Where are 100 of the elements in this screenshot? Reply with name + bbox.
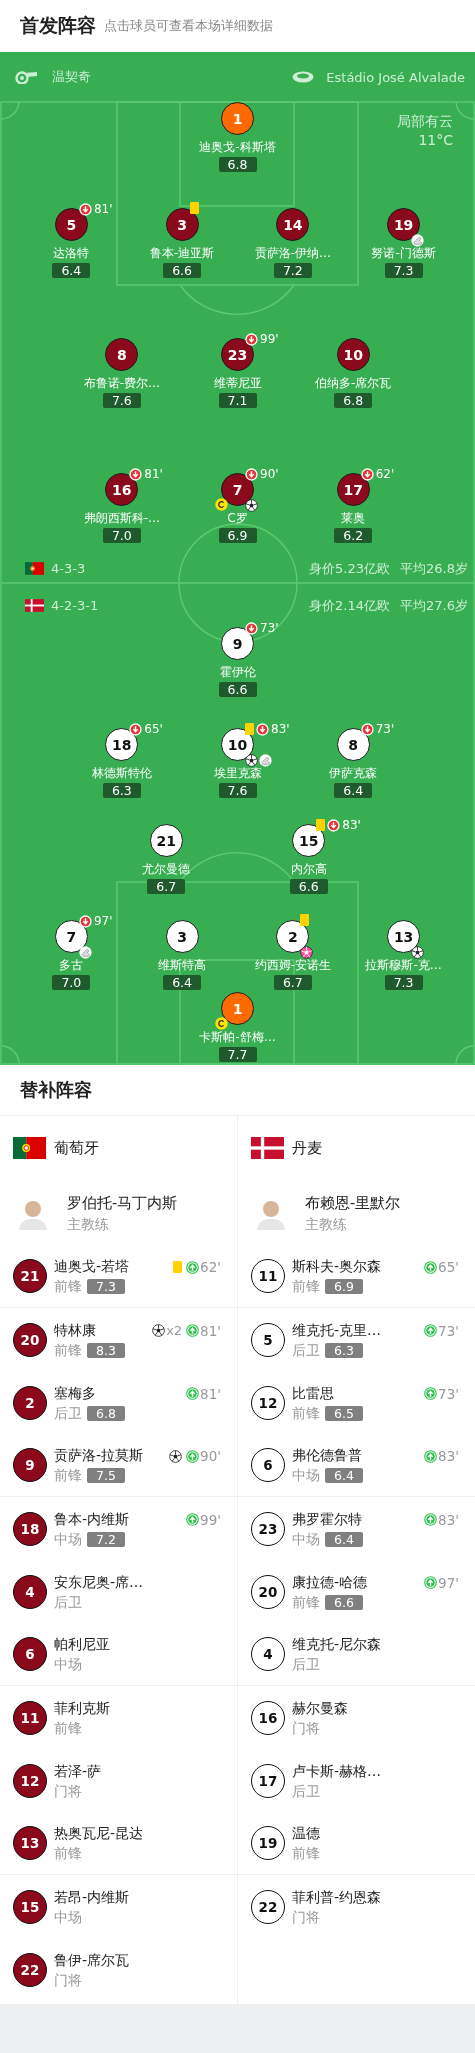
rating-badge: 7.7 [218, 1047, 257, 1062]
ball-icon [411, 946, 425, 959]
player-name: 拉斯穆斯-克… [365, 957, 442, 973]
player-number[interactable]: 22 [13, 1952, 47, 1987]
down-arrow-icon [256, 722, 269, 736]
rating-badge: 7.0 [52, 975, 91, 990]
boot-icon [411, 234, 425, 247]
up-arrow-icon [424, 1260, 438, 1274]
player-number[interactable]: 9 [13, 1448, 47, 1482]
player-name: 弗伦德鲁普 [292, 1446, 363, 1465]
ball-icon [245, 754, 258, 767]
rating-badge: 7.3 [384, 975, 423, 990]
minute-label: 99' [200, 1511, 221, 1528]
up-arrow-icon [424, 1387, 438, 1400]
rating-badge: 6.6 [289, 879, 328, 894]
rating-badge: 6.4 [163, 975, 202, 990]
player-number[interactable]: 6 [13, 1637, 47, 1671]
coach-role: 主教练 [67, 1214, 110, 1234]
player-number[interactable]: 5 [251, 1322, 285, 1357]
whistle-icon [14, 70, 38, 84]
player-number[interactable]: 13 [13, 1826, 47, 1860]
up-arrow-icon [186, 1260, 200, 1274]
player-number[interactable]: 4 [251, 1637, 285, 1671]
player-number[interactable]: 18 [13, 1511, 47, 1546]
flag-icon [25, 599, 44, 612]
player-name: 维蒂尼亚 [213, 375, 262, 391]
player-name: 斯科夫-奥尔森 [292, 1257, 383, 1276]
player-number[interactable]: 20 [13, 1322, 47, 1357]
player-number[interactable]: 11 [251, 1259, 285, 1293]
position-text: 前锋 [292, 1592, 320, 1612]
player-name: 弗朗西斯科-… [83, 510, 160, 526]
player-number[interactable]: 12 [251, 1385, 285, 1420]
minute-label: 81' [93, 202, 113, 216]
player-name: 帕利尼亚 [54, 1635, 111, 1654]
player-number[interactable]: 22 [251, 1889, 285, 1924]
up-arrow-icon [424, 1324, 438, 1337]
rating-badge: 6.7 [147, 879, 186, 894]
up-arrow-icon [424, 1576, 438, 1589]
player-name: 维斯特高 [158, 957, 207, 973]
position-text: 门将 [292, 1718, 320, 1738]
position-text: 中场 [292, 1529, 320, 1549]
player-name: 卡斯帕-舒梅… [199, 1029, 276, 1045]
player-name: 贡萨洛-拉莫斯 [54, 1446, 145, 1465]
player-number[interactable]: 19 [251, 1826, 285, 1860]
down-arrow-icon [245, 332, 258, 346]
position-text: 门将 [54, 1781, 82, 1801]
player-name: 伊萨克森 [329, 765, 378, 781]
rating-badge: 7.2 [87, 1531, 125, 1547]
minute-label: 97' [438, 1574, 459, 1591]
hint-text: 点击球员可查看本场详细数据 [104, 17, 273, 35]
player-number[interactable]: 2 [13, 1385, 47, 1420]
player-number[interactable]: 16 [251, 1700, 285, 1735]
section-title: 替补阵容 [0, 1065, 475, 1116]
player-number[interactable]: 4 [13, 1574, 47, 1609]
player-name: 鲁伊-席尔瓦 [54, 1950, 131, 1970]
player-number[interactable]: 6 [251, 1448, 285, 1482]
down-arrow-icon [129, 722, 143, 736]
player-name: 卢卡斯-赫格… [292, 1761, 383, 1781]
player-number[interactable]: 21 [13, 1259, 47, 1293]
player-number[interactable]: 17 [251, 1763, 285, 1798]
rating-badge: 6.8 [87, 1405, 125, 1421]
position-text: 前锋 [292, 1844, 320, 1863]
player-number[interactable]: 11 [13, 1700, 47, 1735]
player-name: 伯纳多-席尔瓦 [315, 375, 392, 391]
player-name: 林德斯特伦 [91, 765, 152, 781]
down-arrow-icon [245, 467, 258, 481]
goal-count: x2 [166, 1323, 183, 1338]
average-age-text: 平均27.6岁 [400, 596, 468, 615]
minute-label: 83' [271, 722, 290, 736]
minute-label: 65' [438, 1259, 459, 1275]
player-number[interactable]: 12 [13, 1763, 47, 1798]
position-text: 后卫 [292, 1340, 320, 1360]
position-text: 后卫 [54, 1592, 82, 1612]
flag-icon [13, 1137, 46, 1159]
player-number[interactable]: 20 [251, 1574, 285, 1609]
player-name: 约西姆-安诺生 [254, 957, 332, 973]
down-arrow-icon [245, 621, 258, 635]
player-name: 努诺-门德斯 [371, 245, 436, 261]
team-name: 丹麦 [292, 1138, 322, 1158]
flag-icon [25, 562, 44, 575]
down-arrow-icon [78, 914, 92, 928]
card-icon [316, 819, 326, 831]
up-arrow-icon [186, 1387, 200, 1400]
venue-name: Estádio José Alvalade [326, 69, 465, 85]
player-name: 埃里克森 [213, 765, 262, 781]
minute-label: 97' [93, 914, 113, 928]
minute-label: 83' [342, 818, 361, 832]
ball-icon [152, 1324, 166, 1337]
rating-badge: 8.3 [87, 1342, 125, 1358]
up-arrow-icon [424, 1513, 438, 1526]
player-number[interactable]: 15 [13, 1889, 47, 1924]
player-number[interactable]: 23 [251, 1511, 285, 1546]
player-name: 鲁本-迪亚斯 [149, 245, 215, 261]
referee-name: 温契奇 [52, 68, 91, 86]
ball-icon [300, 946, 314, 959]
position-text: 后卫 [292, 1655, 320, 1674]
player-name: 若泽-萨 [54, 1761, 103, 1781]
team-name: 葡萄牙 [54, 1138, 99, 1158]
position-text: 前锋 [54, 1466, 82, 1485]
minute-label: 73' [375, 722, 395, 736]
